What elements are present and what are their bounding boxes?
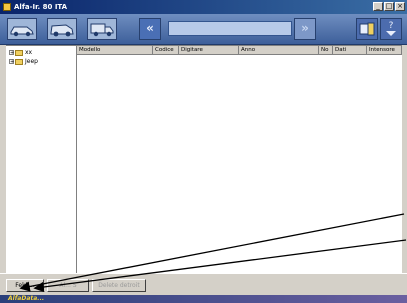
column-header[interactable]: Anno xyxy=(239,46,319,55)
maximize-button[interactable]: □ xyxy=(384,2,394,11)
folder-icon xyxy=(15,49,23,56)
folder-icon xyxy=(15,58,23,65)
column-header[interactable]: Dati xyxy=(333,46,367,55)
back-button[interactable]: « xyxy=(139,18,161,40)
catalog-icon-button[interactable] xyxy=(356,18,378,40)
column-header[interactable]: Intensore xyxy=(367,46,402,55)
tree-item[interactable]: + Jeep xyxy=(9,57,38,66)
toolbar: « » ? xyxy=(0,14,407,45)
suv-icon-button[interactable] xyxy=(47,18,77,40)
app-icon xyxy=(3,3,11,11)
close-button[interactable]: × xyxy=(395,2,405,11)
tree-item[interactable]: + xx xyxy=(9,48,32,57)
status-bar: AlfaData... xyxy=(0,295,407,303)
help-icon-button[interactable]: ? xyxy=(380,18,402,40)
truck-icon xyxy=(90,23,114,37)
catalog-icon xyxy=(359,22,375,36)
tree-item-label: Jeep xyxy=(25,58,38,65)
search-field[interactable] xyxy=(168,21,292,36)
truck-icon-button[interactable] xyxy=(87,18,117,40)
column-header[interactable]: No xyxy=(319,46,333,55)
car-icon xyxy=(10,26,34,37)
title-bar: Alfa-Ir. 80 ITA _ □ × xyxy=(0,0,407,14)
delete-button[interactable]: Delete detroit xyxy=(92,279,146,292)
column-header[interactable]: Digitare xyxy=(179,46,239,55)
app-window: Alfa-Ir. 80 ITA _ □ × « » ? + xx + Jeep … xyxy=(0,0,407,303)
minimize-button[interactable]: _ xyxy=(373,2,383,11)
car-icon-button[interactable] xyxy=(7,18,37,40)
tree-item-label: xx xyxy=(25,49,33,56)
vehicle-list: Modello Codice Digitare Anno No Dati Int… xyxy=(77,45,402,273)
window-title: Alfa-Ir. 80 ITA xyxy=(14,3,68,11)
second-button[interactable]: Al... S xyxy=(47,279,89,292)
column-header[interactable]: Modello xyxy=(77,46,153,55)
help-down-icon: ? xyxy=(386,21,396,36)
forward-button[interactable]: » xyxy=(294,18,316,40)
button-bar: Fekk... Al... S Delete detroit xyxy=(0,273,407,296)
folder-tree: + xx + Jeep xyxy=(6,45,77,273)
brand-logo: AlfaData... xyxy=(8,295,45,302)
svg-text:?: ? xyxy=(389,21,394,31)
suv-icon xyxy=(50,24,74,37)
fetch-button[interactable]: Fekk... xyxy=(6,279,44,292)
expand-icon[interactable]: + xyxy=(9,50,14,56)
column-header[interactable]: Codice xyxy=(153,46,179,55)
expand-icon[interactable]: + xyxy=(9,59,14,65)
